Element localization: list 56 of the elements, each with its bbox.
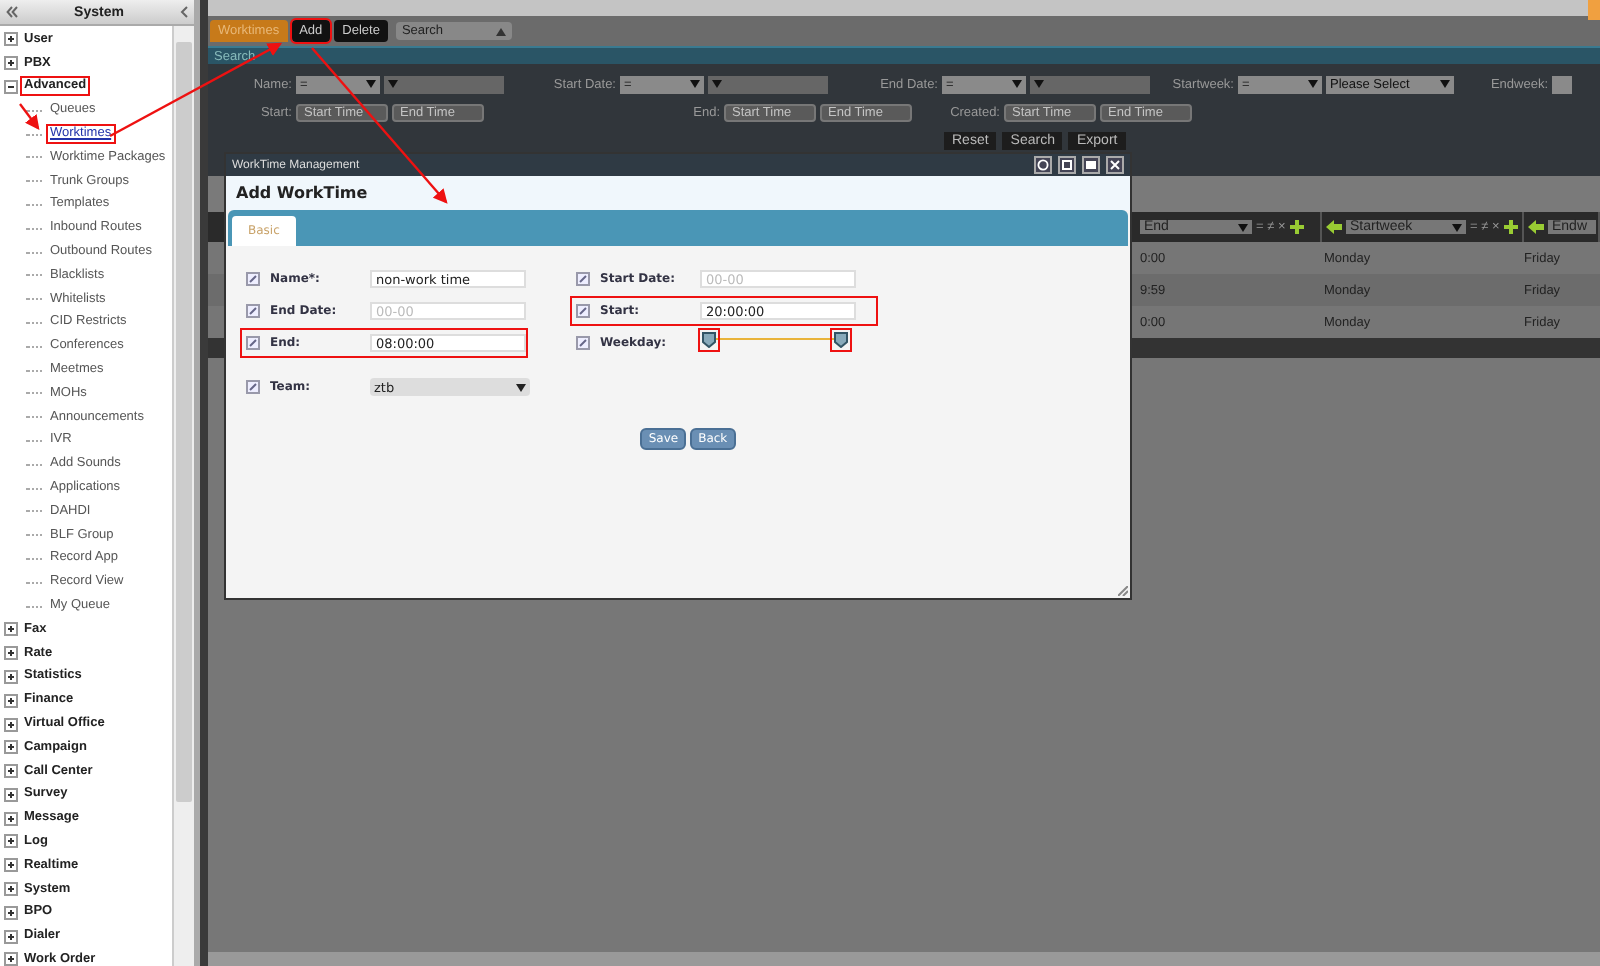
expand-icon[interactable] [4,952,18,966]
expand-icon[interactable] [4,79,18,94]
edit-icon [246,380,260,394]
pin-icon[interactable] [180,6,188,18]
edit-icon [246,304,260,318]
fullscreen-icon[interactable] [1058,156,1076,174]
dialog-heading: Add WorkTime [236,184,368,202]
range-slider[interactable] [700,331,848,355]
edit-icon [576,272,590,286]
maximize-icon[interactable] [1082,156,1100,174]
caret-icon [1012,80,1022,88]
expand-icon[interactable] [4,858,18,873]
expand-icon[interactable] [4,834,18,849]
expand-icon[interactable] [4,787,18,802]
edit-icon [576,304,590,318]
resize-grip-icon[interactable] [1118,586,1128,596]
edit-icon [576,336,590,350]
plus-icon[interactable] [1289,220,1304,234]
expand-icon[interactable] [4,811,18,826]
close-icon[interactable] [1106,156,1124,174]
slider-handle[interactable] [832,329,850,349]
expand-icon[interactable] [4,622,18,637]
caret-icon [1034,80,1044,88]
caret-icon [1308,80,1318,88]
collapse-icon[interactable] [6,6,18,18]
caret-icon [1238,223,1248,231]
edit-icon [246,272,260,286]
expand-icon[interactable] [4,646,18,661]
operator-select[interactable] [1552,75,1572,93]
expand-icon[interactable] [4,764,18,779]
horizontal-scrollbar[interactable] [208,952,1600,966]
expand-icon[interactable] [4,905,18,920]
caret-icon [516,383,526,391]
expand-icon[interactable] [4,717,18,731]
arrow-icon[interactable] [1326,220,1342,234]
annotation-arrow [19,103,40,130]
expand-icon[interactable] [4,32,18,47]
expand-icon[interactable] [4,929,18,944]
caret-icon [712,80,722,88]
plus-icon[interactable] [1503,220,1518,234]
scrollbar[interactable] [172,26,194,966]
caret-icon [495,27,506,35]
caret-icon [1440,80,1450,88]
caret-icon [1452,223,1462,231]
caret-icon [366,80,376,88]
slider-handle[interactable] [700,329,718,349]
arrow-icon[interactable] [1528,220,1544,234]
expand-icon[interactable] [4,56,18,71]
edit-icon [246,336,260,350]
refresh-icon[interactable] [1034,156,1052,174]
expand-icon[interactable] [4,740,18,755]
caret-icon [690,80,700,88]
caret-icon [388,80,398,88]
expand-icon[interactable] [4,882,18,897]
expand-icon[interactable] [4,669,18,684]
expand-icon[interactable] [4,693,18,708]
